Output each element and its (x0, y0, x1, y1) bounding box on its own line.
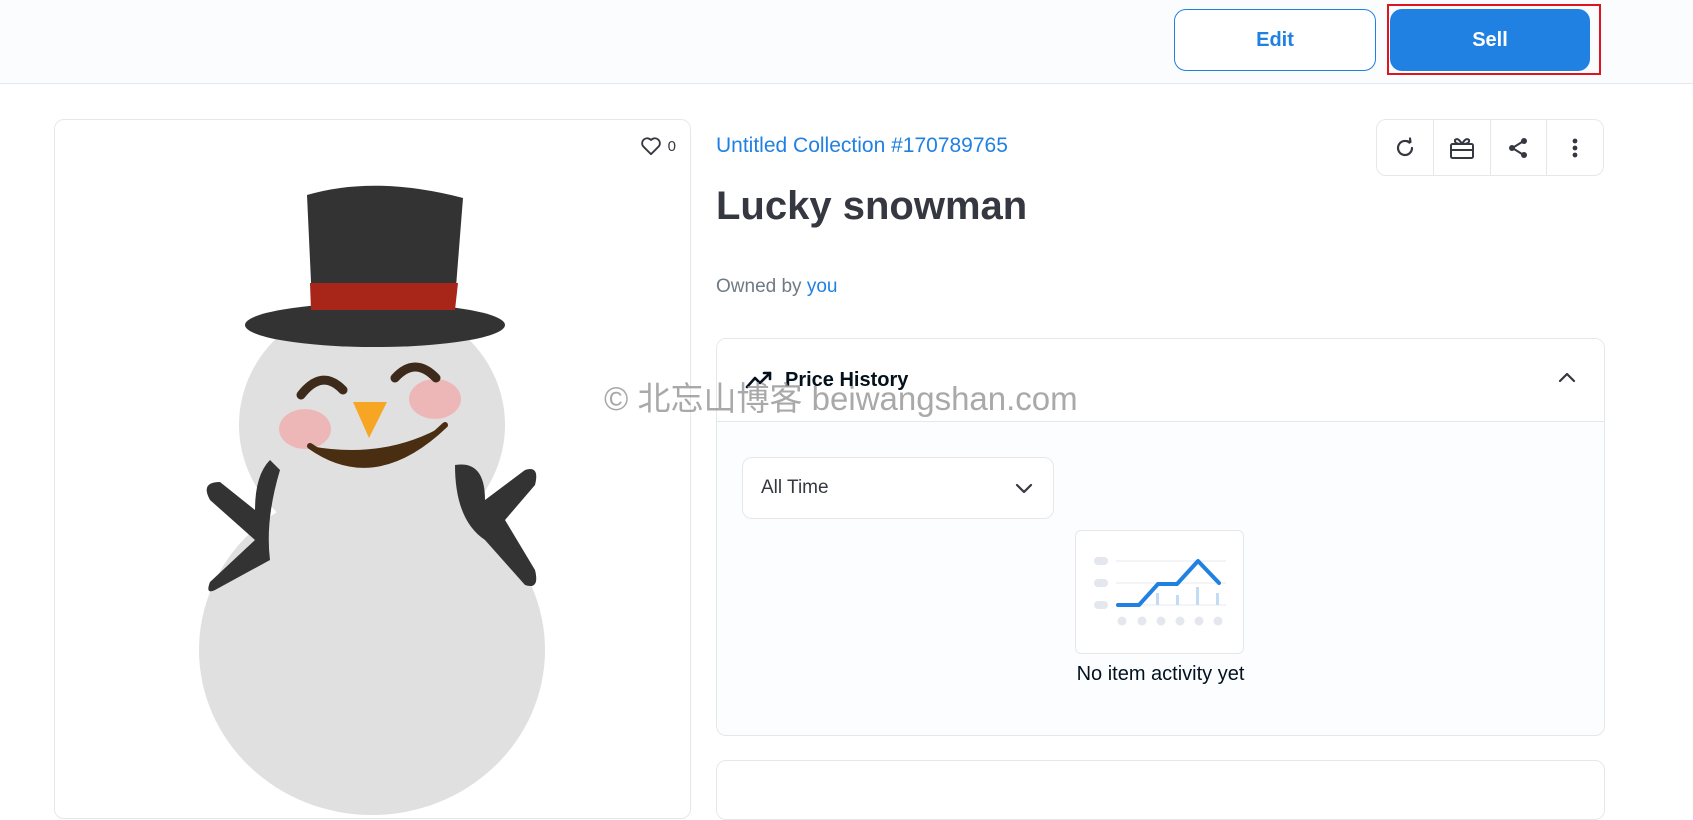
favorite-control[interactable]: 0 (640, 136, 676, 156)
empty-activity-message: No item activity yet (1076, 663, 1245, 685)
chevron-down-icon (1015, 483, 1033, 494)
time-range-value: All Time (761, 477, 829, 498)
refresh-icon (1396, 136, 1413, 156)
chart-placeholder-icon (1094, 557, 1226, 626)
edit-button[interactable]: Edit (1174, 9, 1376, 71)
collection-link[interactable]: Untitled Collection #170789765 (716, 134, 1008, 158)
snowman-image (199, 185, 545, 815)
item-action-group (1376, 119, 1604, 176)
heart-icon (640, 137, 661, 156)
time-range-select[interactable]: All Time (742, 457, 1054, 519)
top-action-bar: Edit Sell (0, 0, 1693, 84)
item-title: Lucky snowman (716, 184, 1028, 228)
price-history-title: Price History (785, 369, 909, 391)
price-history-header[interactable]: Price History (717, 339, 1604, 422)
owner-link[interactable]: you (807, 276, 838, 297)
share-button[interactable] (1491, 120, 1548, 175)
empty-chart-illustration (1075, 530, 1244, 654)
more-icon (1572, 138, 1578, 157)
trending-icon (745, 371, 772, 389)
more-options-button[interactable] (1547, 120, 1603, 175)
favorite-count: 0 (667, 137, 676, 155)
next-panel (716, 760, 1605, 820)
owner-line: Owned by you (716, 276, 837, 298)
chevron-up-icon (1558, 372, 1576, 383)
owned-by-label: Owned by (716, 276, 802, 297)
refresh-button[interactable] (1377, 120, 1434, 175)
price-history-panel: Price History All Time No item activity … (716, 338, 1605, 736)
gift-icon (1449, 137, 1474, 159)
item-media-card: 0 (54, 119, 691, 819)
transfer-button[interactable] (1434, 120, 1491, 175)
share-icon (1509, 137, 1528, 158)
sell-button[interactable]: Sell (1390, 9, 1590, 71)
